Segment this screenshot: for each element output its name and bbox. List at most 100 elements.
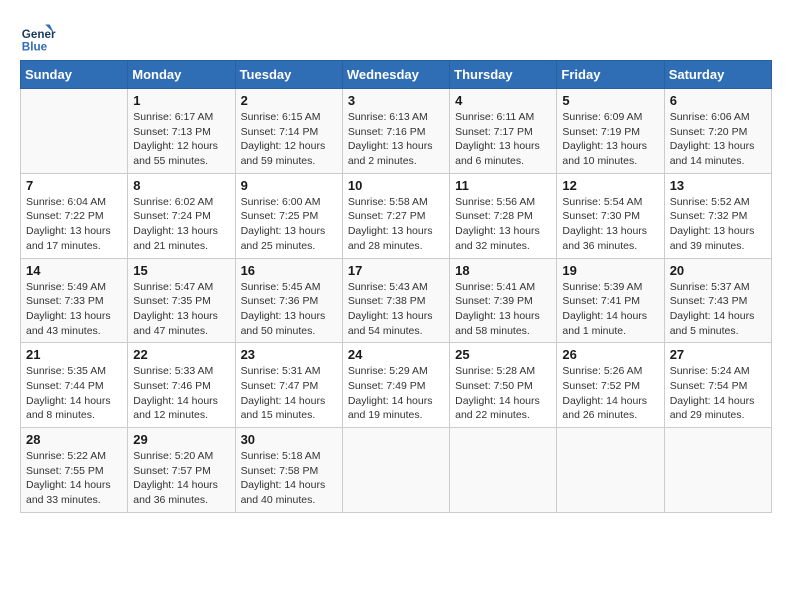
day-info: Sunrise: 5:56 AM Sunset: 7:28 PM Dayligh…: [455, 195, 551, 254]
week-row-3: 14 Sunrise: 5:49 AM Sunset: 7:33 PM Dayli…: [21, 258, 772, 343]
day-number: 11: [455, 178, 551, 193]
day-info: Sunrise: 6:04 AM Sunset: 7:22 PM Dayligh…: [26, 195, 122, 254]
day-number: 30: [241, 432, 337, 447]
day-number: 24: [348, 347, 444, 362]
calendar-cell: 10 Sunrise: 5:58 AM Sunset: 7:27 PM Dayli…: [342, 173, 449, 258]
calendar-cell: 19 Sunrise: 5:39 AM Sunset: 7:41 PM Dayli…: [557, 258, 664, 343]
day-info: Sunrise: 5:49 AM Sunset: 7:33 PM Dayligh…: [26, 280, 122, 339]
calendar-cell: 20Sunrise: 5:37 AM Sunset: 7:43 PM Dayli…: [664, 258, 771, 343]
calendar-cell: 6 Sunrise: 6:06 AM Sunset: 7:20 PM Daylig…: [664, 89, 771, 174]
calendar-cell: [21, 89, 128, 174]
calendar-cell: 17 Sunrise: 5:43 AM Sunset: 7:38 PM Dayli…: [342, 258, 449, 343]
day-info: Sunrise: 5:29 AM Sunset: 7:49 PM Dayligh…: [348, 364, 444, 423]
day-info: Sunrise: 5:31 AM Sunset: 7:47 PM Dayligh…: [241, 364, 337, 423]
calendar-cell: 29 Sunrise: 5:20 AM Sunset: 7:57 PM Dayli…: [128, 428, 235, 513]
logo-icon: General Blue: [20, 20, 56, 56]
header-day-thursday: Thursday: [450, 61, 557, 89]
calendar-cell: 4Sunrise: 6:11 AM Sunset: 7:17 PM Daylig…: [450, 89, 557, 174]
header-day-tuesday: Tuesday: [235, 61, 342, 89]
header-row: SundayMondayTuesdayWednesdayThursdayFrid…: [21, 61, 772, 89]
calendar-header: SundayMondayTuesdayWednesdayThursdayFrid…: [21, 61, 772, 89]
calendar-cell: 11 Sunrise: 5:56 AM Sunset: 7:28 PM Dayli…: [450, 173, 557, 258]
week-row-4: 21 Sunrise: 5:35 AM Sunset: 7:44 PM Dayli…: [21, 343, 772, 428]
day-info: Sunrise: 5:47 AM Sunset: 7:35 PM Dayligh…: [133, 280, 229, 339]
calendar-cell: 2 Sunrise: 6:15 AM Sunset: 7:14 PM Daylig…: [235, 89, 342, 174]
day-number: 7: [26, 178, 122, 193]
day-info: Sunrise: 5:33 AM Sunset: 7:46 PM Dayligh…: [133, 364, 229, 423]
calendar-cell: [557, 428, 664, 513]
day-number: 20: [670, 263, 766, 278]
calendar-cell: 16 Sunrise: 5:45 AM Sunset: 7:36 PM Dayli…: [235, 258, 342, 343]
calendar-cell: 30 Sunrise: 5:18 AM Sunset: 7:58 PM Dayli…: [235, 428, 342, 513]
day-number: 26: [562, 347, 658, 362]
day-info: Sunrise: 6:11 AM Sunset: 7:17 PM Dayligh…: [455, 110, 551, 169]
day-info: Sunrise: 5:35 AM Sunset: 7:44 PM Dayligh…: [26, 364, 122, 423]
calendar-cell: 24 Sunrise: 5:29 AM Sunset: 7:49 PM Dayli…: [342, 343, 449, 428]
svg-text:Blue: Blue: [22, 41, 48, 54]
day-info: Sunrise: 5:58 AM Sunset: 7:27 PM Dayligh…: [348, 195, 444, 254]
calendar-cell: 3 Sunrise: 6:13 AM Sunset: 7:16 PM Daylig…: [342, 89, 449, 174]
calendar-cell: [450, 428, 557, 513]
day-number: 19: [562, 263, 658, 278]
calendar-cell: 5Sunrise: 6:09 AM Sunset: 7:19 PM Daylig…: [557, 89, 664, 174]
day-info: Sunrise: 5:28 AM Sunset: 7:50 PM Dayligh…: [455, 364, 551, 423]
header-day-friday: Friday: [557, 61, 664, 89]
calendar-cell: 14 Sunrise: 5:49 AM Sunset: 7:33 PM Dayli…: [21, 258, 128, 343]
day-number: 22: [133, 347, 229, 362]
day-info: Sunrise: 6:15 AM Sunset: 7:14 PM Dayligh…: [241, 110, 337, 169]
day-info: Sunrise: 5:54 AM Sunset: 7:30 PM Dayligh…: [562, 195, 658, 254]
calendar-cell: 12 Sunrise: 5:54 AM Sunset: 7:30 PM Dayli…: [557, 173, 664, 258]
day-number: 28: [26, 432, 122, 447]
day-number: 27: [670, 347, 766, 362]
day-number: 13: [670, 178, 766, 193]
day-number: 2: [241, 93, 337, 108]
calendar-cell: 27Sunrise: 5:24 AM Sunset: 7:54 PM Dayli…: [664, 343, 771, 428]
day-number: 3: [348, 93, 444, 108]
day-number: 21: [26, 347, 122, 362]
day-number: 17: [348, 263, 444, 278]
day-number: 8: [133, 178, 229, 193]
day-info: Sunrise: 6:13 AM Sunset: 7:16 PM Dayligh…: [348, 110, 444, 169]
day-info: Sunrise: 6:17 AM Sunset: 7:13 PM Dayligh…: [133, 110, 229, 169]
calendar-cell: 7 Sunrise: 6:04 AM Sunset: 7:22 PM Daylig…: [21, 173, 128, 258]
calendar-cell: 25 Sunrise: 5:28 AM Sunset: 7:50 PM Dayli…: [450, 343, 557, 428]
day-info: Sunrise: 6:00 AM Sunset: 7:25 PM Dayligh…: [241, 195, 337, 254]
day-number: 23: [241, 347, 337, 362]
day-info: Sunrise: 5:20 AM Sunset: 7:57 PM Dayligh…: [133, 449, 229, 508]
day-info: Sunrise: 6:06 AM Sunset: 7:20 PM Dayligh…: [670, 110, 766, 169]
day-number: 29: [133, 432, 229, 447]
day-info: Sunrise: 5:22 AM Sunset: 7:55 PM Dayligh…: [26, 449, 122, 508]
day-info: Sunrise: 5:52 AM Sunset: 7:32 PM Dayligh…: [670, 195, 766, 254]
day-number: 16: [241, 263, 337, 278]
header-day-sunday: Sunday: [21, 61, 128, 89]
day-info: Sunrise: 5:43 AM Sunset: 7:38 PM Dayligh…: [348, 280, 444, 339]
header-day-saturday: Saturday: [664, 61, 771, 89]
calendar-table: SundayMondayTuesdayWednesdayThursdayFrid…: [20, 60, 772, 513]
day-number: 25: [455, 347, 551, 362]
day-number: 12: [562, 178, 658, 193]
day-number: 14: [26, 263, 122, 278]
day-number: 10: [348, 178, 444, 193]
day-number: 18: [455, 263, 551, 278]
header-day-wednesday: Wednesday: [342, 61, 449, 89]
day-info: Sunrise: 5:18 AM Sunset: 7:58 PM Dayligh…: [241, 449, 337, 508]
day-info: Sunrise: 5:41 AM Sunset: 7:39 PM Dayligh…: [455, 280, 551, 339]
day-info: Sunrise: 5:39 AM Sunset: 7:41 PM Dayligh…: [562, 280, 658, 339]
day-number: 6: [670, 93, 766, 108]
day-info: Sunrise: 6:02 AM Sunset: 7:24 PM Dayligh…: [133, 195, 229, 254]
calendar-body: 1 Sunrise: 6:17 AM Sunset: 7:13 PM Daylig…: [21, 89, 772, 513]
calendar-cell: [342, 428, 449, 513]
day-number: 1: [133, 93, 229, 108]
day-info: Sunrise: 5:45 AM Sunset: 7:36 PM Dayligh…: [241, 280, 337, 339]
calendar-cell: 22 Sunrise: 5:33 AM Sunset: 7:46 PM Dayli…: [128, 343, 235, 428]
calendar-cell: 18 Sunrise: 5:41 AM Sunset: 7:39 PM Dayli…: [450, 258, 557, 343]
calendar-cell: 28 Sunrise: 5:22 AM Sunset: 7:55 PM Dayli…: [21, 428, 128, 513]
week-row-5: 28 Sunrise: 5:22 AM Sunset: 7:55 PM Dayli…: [21, 428, 772, 513]
logo: General Blue: [20, 20, 62, 56]
day-info: Sunrise: 5:26 AM Sunset: 7:52 PM Dayligh…: [562, 364, 658, 423]
day-number: 5: [562, 93, 658, 108]
week-row-1: 1 Sunrise: 6:17 AM Sunset: 7:13 PM Daylig…: [21, 89, 772, 174]
calendar-cell: 15Sunrise: 5:47 AM Sunset: 7:35 PM Dayli…: [128, 258, 235, 343]
header-day-monday: Monday: [128, 61, 235, 89]
calendar-cell: 21 Sunrise: 5:35 AM Sunset: 7:44 PM Dayli…: [21, 343, 128, 428]
